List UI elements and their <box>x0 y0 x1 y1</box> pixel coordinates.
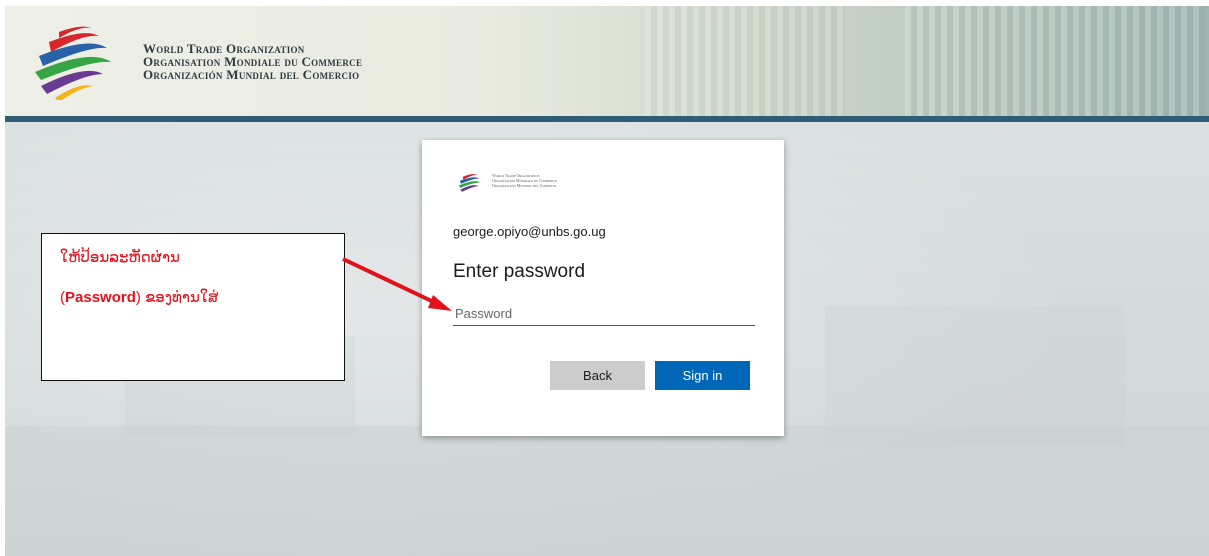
org-name-block: World Trade Organization Organisation Mo… <box>143 42 362 81</box>
annotation-bold-word: Password <box>65 289 136 306</box>
sign-in-button[interactable]: Sign in <box>655 361 750 390</box>
wto-logo-icon <box>35 26 111 100</box>
header-building-image <box>905 6 1205 116</box>
page-title: Enter password <box>453 261 586 282</box>
header-building-image <box>645 6 845 116</box>
org-name-spanish: Organización Mundial del Comercio <box>143 67 360 82</box>
annotation-line-2: (Password) ຂອງທ່ານໃສ່ <box>60 288 219 306</box>
back-button[interactable]: Back <box>550 361 645 390</box>
header-banner: World Trade Organization Organisation Mo… <box>5 6 1209 116</box>
annotation-line-2-rest: ຂອງທ່ານໃສ່ <box>140 289 219 306</box>
card-org-name-spanish: Organización Mundial del Comercio <box>492 183 557 188</box>
wto-logo-icon <box>458 174 481 192</box>
signin-card: World Trade Organization Organisation Mo… <box>422 140 784 436</box>
header-divider <box>5 116 1209 122</box>
annotation-line-1: ໃຫ້ປ້ອນລະຫັດຜ່ານ <box>60 249 180 266</box>
password-input[interactable] <box>453 301 755 326</box>
account-email: george.opiyo@unbs.go.ug <box>453 224 606 239</box>
card-org-name-block: World Trade Organization Organisation Mo… <box>492 173 557 188</box>
background-building <box>825 306 1125 446</box>
annotation-callout: ໃຫ້ປ້ອນລະຫັດຜ່ານ (Password) ຂອງທ່ານໃສ່ <box>41 233 345 381</box>
